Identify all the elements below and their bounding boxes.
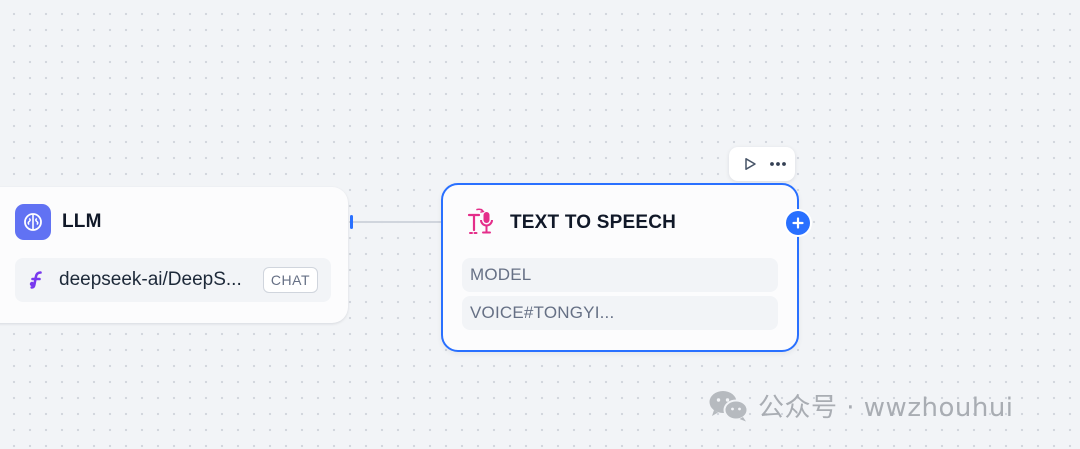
more-horizontal-icon[interactable] xyxy=(769,155,787,173)
node-toolbar xyxy=(729,147,795,181)
text-to-speech-icon xyxy=(465,207,497,239)
param-voice[interactable]: VOICE#TONGYI... xyxy=(462,296,778,330)
watermark: 公众号 · wwzhouhui xyxy=(708,387,1014,424)
workflow-canvas[interactable]: LLM deepseek-ai/DeepS... CHAT TEXT TO SP… xyxy=(0,0,1080,449)
add-next-node-button[interactable] xyxy=(786,211,810,235)
param-model[interactable]: MODEL xyxy=(462,258,778,292)
model-name: deepseek-ai/DeepS... xyxy=(59,269,242,290)
play-icon[interactable] xyxy=(741,155,759,173)
edge-connection[interactable] xyxy=(352,221,444,223)
model-mode-badge: CHAT xyxy=(262,267,318,293)
model-provider-icon xyxy=(27,270,47,290)
llm-node[interactable]: LLM deepseek-ai/DeepS... CHAT xyxy=(0,187,348,323)
tts-node-title: TEXT TO SPEECH xyxy=(510,212,677,233)
brain-icon xyxy=(15,204,51,240)
llm-node-title: LLM xyxy=(62,211,102,232)
wechat-icon xyxy=(709,390,749,421)
text-to-speech-node[interactable]: TEXT TO SPEECH MODEL VOICE#TONGYI... xyxy=(441,183,799,352)
model-selector[interactable]: deepseek-ai/DeepS... CHAT xyxy=(15,258,331,302)
watermark-text: 公众号 · wwzhouhui xyxy=(758,393,1014,423)
source-handle[interactable] xyxy=(350,215,353,229)
